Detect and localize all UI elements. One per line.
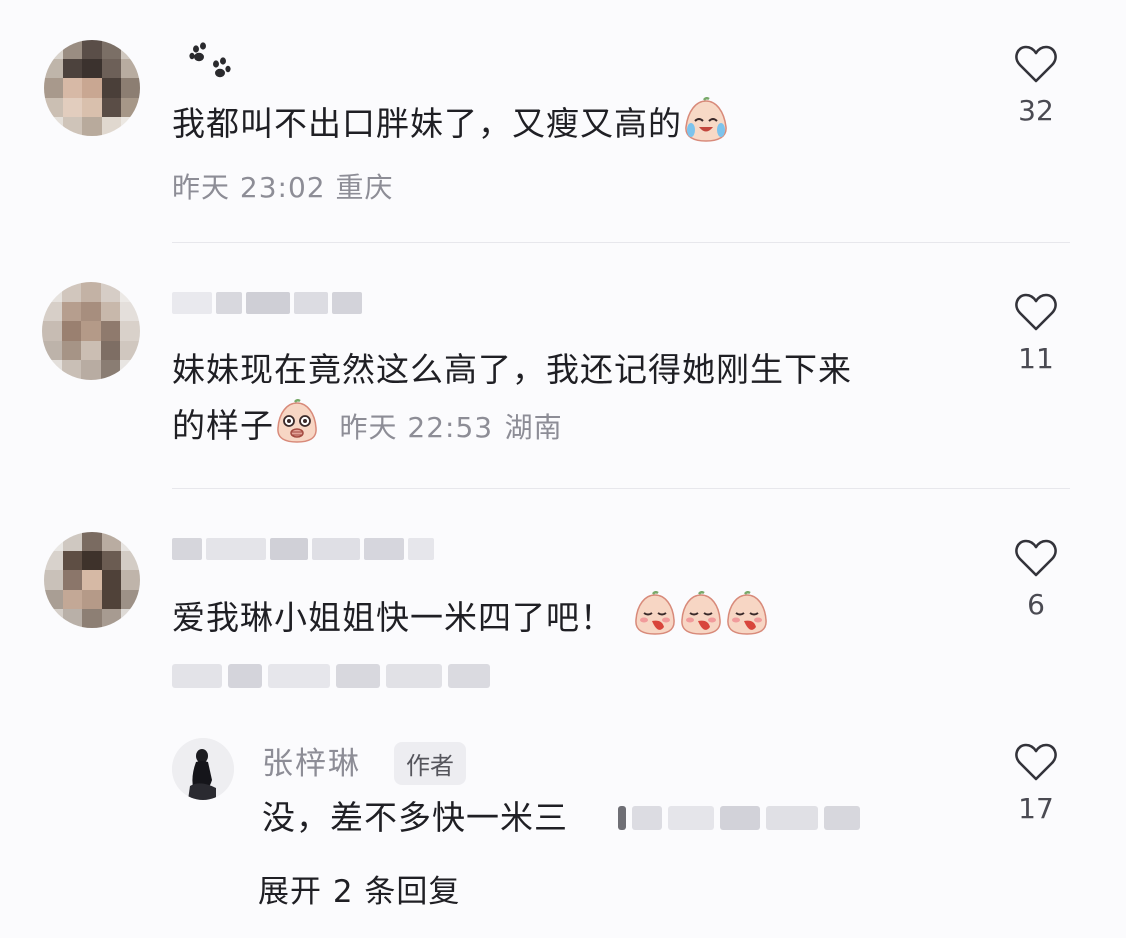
author-name[interactable]: 张梓琳: [262, 738, 361, 783]
expand-replies-button[interactable]: 展开 2 条回复: [258, 866, 460, 911]
author-avatar[interactable]: [172, 738, 234, 800]
reply-item: 张梓琳 作者 没，差不多快一米三 展开 2 条回复 17: [0, 0, 1126, 938]
like-button[interactable]: 17: [1006, 742, 1066, 825]
heart-outline-icon: [1006, 742, 1066, 782]
reply-text: 没，差不多快一米三: [262, 798, 568, 837]
like-count: 17: [1018, 792, 1054, 825]
author-badge: 作者: [394, 742, 466, 785]
reply-text-blurred: [618, 806, 860, 830]
